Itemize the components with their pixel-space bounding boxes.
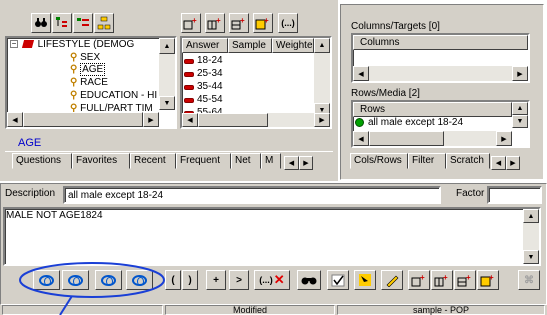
highlight-pointer-line	[59, 295, 73, 315]
highlight-ellipse	[19, 262, 165, 298]
highlight-annotation	[19, 262, 165, 315]
